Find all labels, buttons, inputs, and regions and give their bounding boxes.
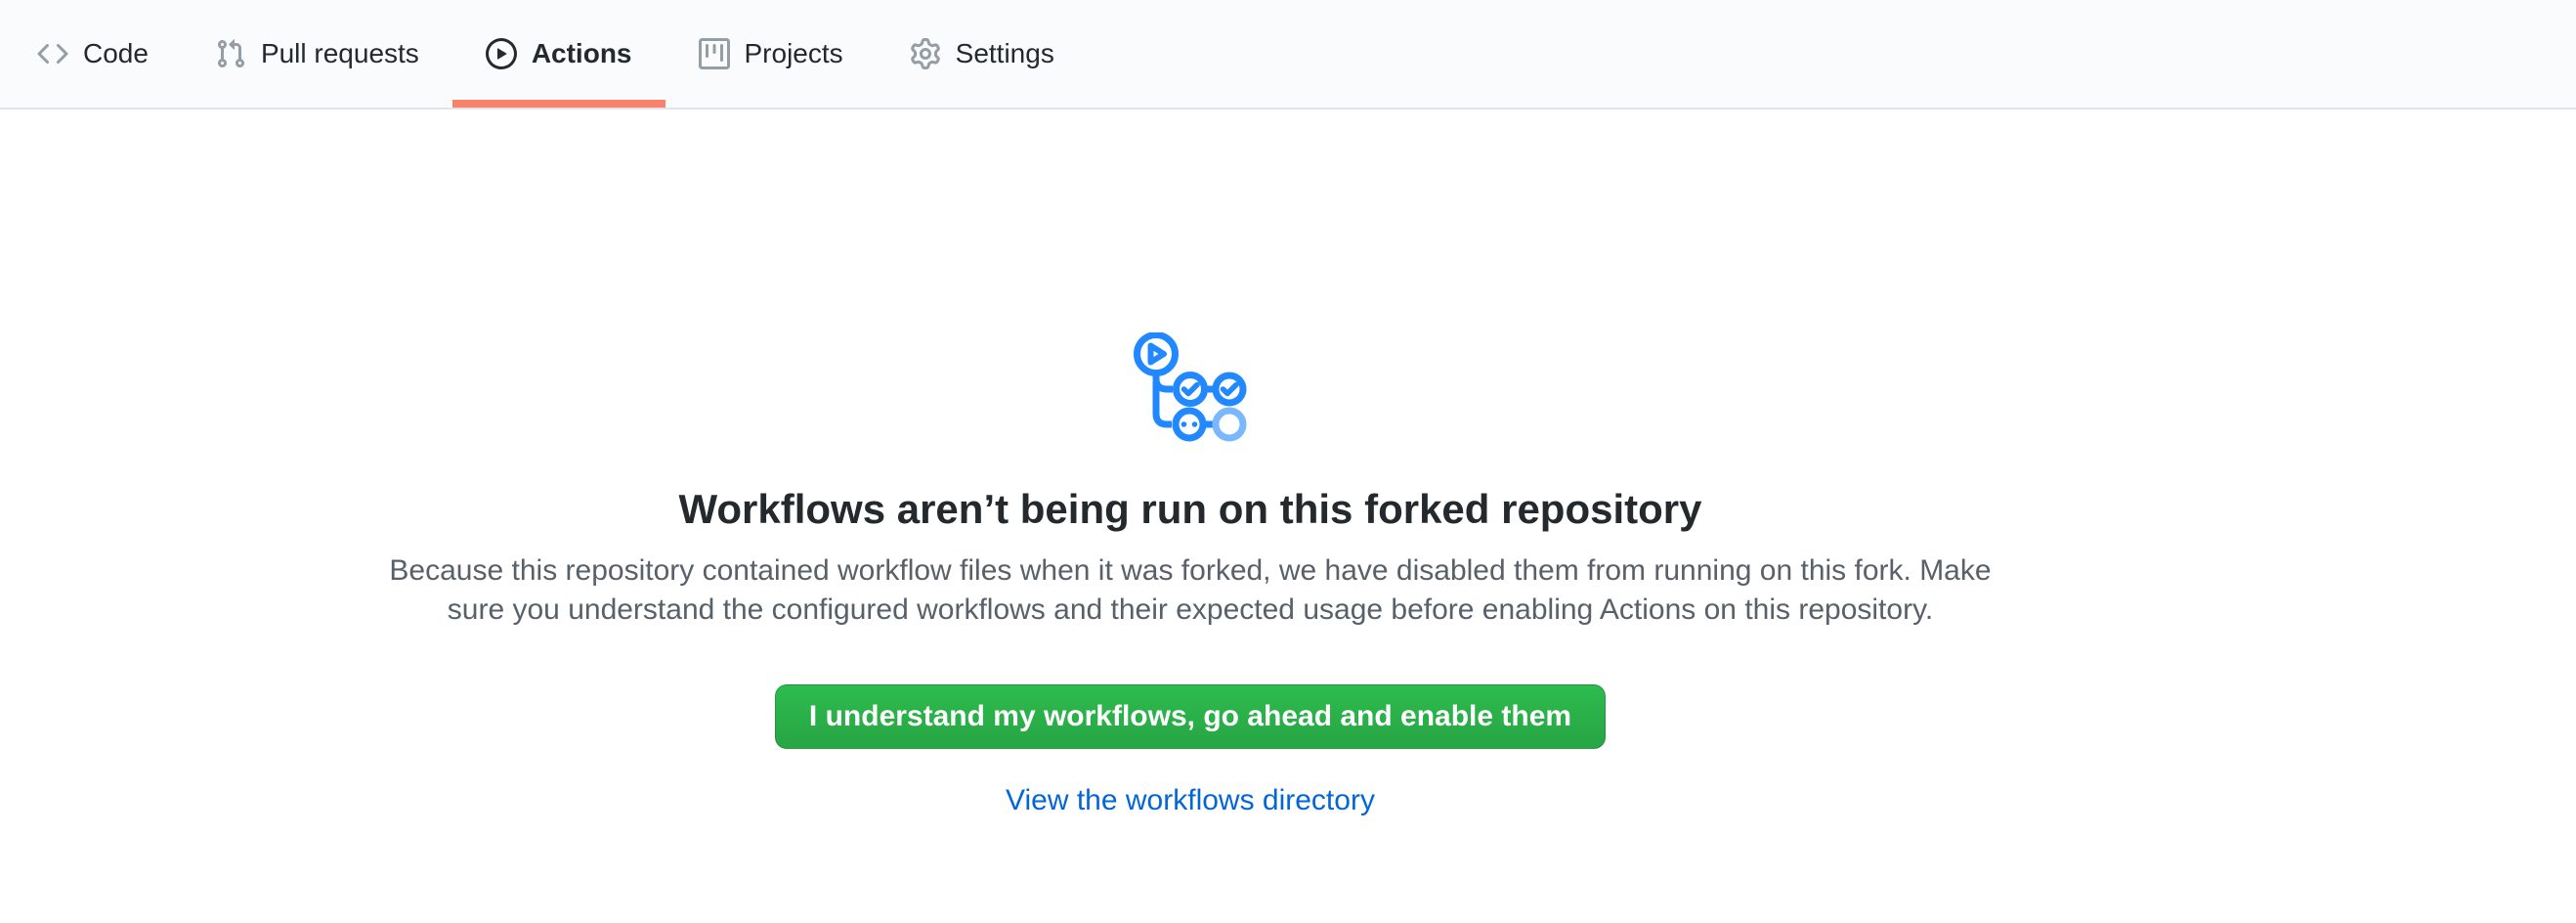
tab-code[interactable]: Code	[4, 0, 182, 108]
code-icon	[37, 38, 68, 69]
tab-actions[interactable]: Actions	[452, 0, 665, 108]
tab-pull-requests[interactable]: Pull requests	[182, 0, 452, 108]
gear-icon	[910, 38, 941, 69]
tab-settings[interactable]: Settings	[877, 0, 1088, 108]
view-workflows-directory-link[interactable]: View the workflows directory	[1006, 784, 1375, 816]
tab-projects[interactable]: Projects	[665, 0, 877, 108]
tab-label: Settings	[956, 40, 1054, 67]
workflow-graph-icon	[0, 110, 2381, 451]
tab-label: Code	[83, 40, 149, 67]
play-icon	[486, 38, 517, 69]
description-line: Because this repository contained workfl…	[0, 551, 2381, 591]
tab-label: Actions	[532, 40, 632, 67]
project-icon	[699, 38, 730, 69]
link-row: View the workflows directory	[0, 784, 2381, 817]
description-line: sure you understand the configured workf…	[0, 591, 2381, 630]
page-title: Workflows aren’t being run on this forke…	[0, 484, 2381, 536]
git-pull-request-icon	[215, 38, 246, 69]
blankslate-description: Because this repository contained workfl…	[0, 551, 2381, 630]
tab-label: Projects	[745, 40, 843, 67]
enable-workflows-button[interactable]: I understand my workflows, go ahead and …	[775, 684, 1606, 749]
repo-tab-nav: Code Pull requests Actions Projects Sett…	[0, 0, 2576, 110]
actions-blankslate: Workflows aren’t being run on this forke…	[0, 110, 2381, 817]
tab-label: Pull requests	[261, 40, 419, 67]
